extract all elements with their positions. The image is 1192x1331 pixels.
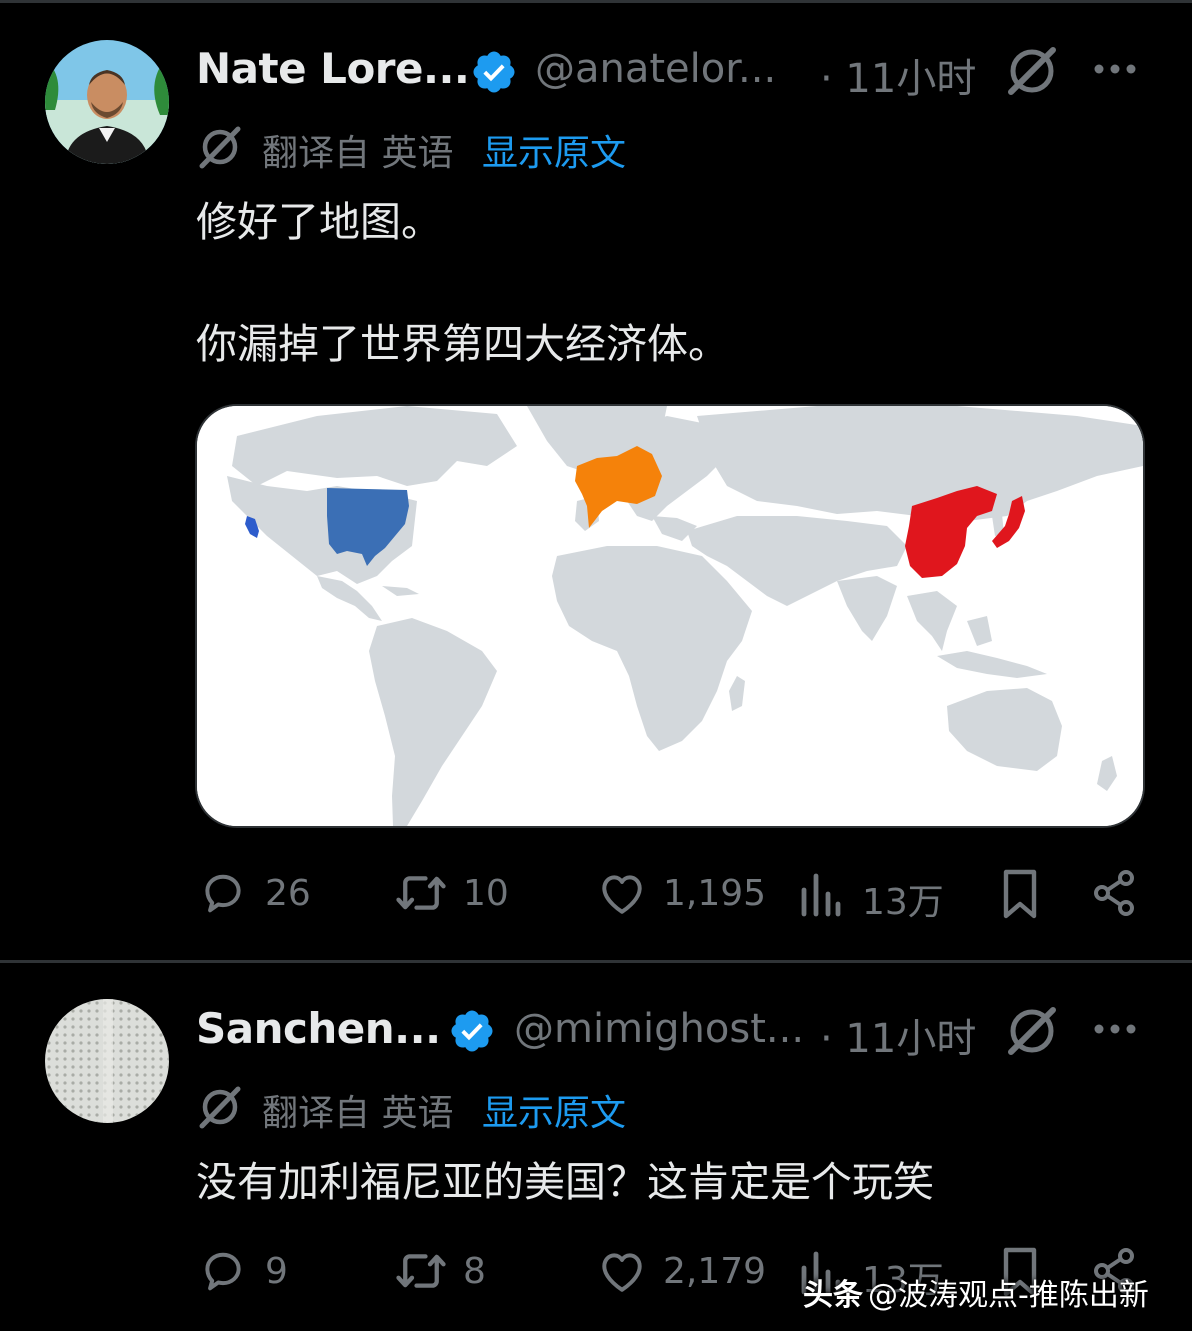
timestamp[interactable]: · 11小时	[820, 1006, 976, 1064]
tweet-image-world-map[interactable]	[195, 404, 1145, 828]
show-original-link[interactable]: 显示原文	[482, 1084, 626, 1136]
translate-icon	[197, 124, 243, 170]
show-original-link[interactable]: 显示原文	[482, 124, 626, 176]
reply-count: 26	[265, 873, 311, 914]
repost-icon[interactable]	[394, 1246, 448, 1296]
verified-badge-icon	[470, 48, 518, 96]
repost-icon[interactable]	[394, 868, 448, 918]
top-border	[0, 0, 1192, 3]
translated-from-label: 翻译自 英语	[262, 133, 454, 174]
tweet-divider	[0, 960, 1192, 963]
watermark-brand: 头条	[803, 1278, 863, 1313]
timestamp[interactable]: · 11小时	[820, 46, 976, 104]
avatar[interactable]	[45, 40, 169, 164]
views-icon[interactable]	[798, 870, 842, 918]
reply-icon[interactable]	[198, 1246, 248, 1296]
repost-count: 10	[463, 873, 509, 914]
grok-icon[interactable]	[1005, 44, 1059, 98]
display-name[interactable]: Sanchen...	[196, 1004, 441, 1053]
repost-count: 8	[463, 1251, 486, 1292]
tweet-text-line: 没有加利福尼亚的美国？这肯定是个玩笑	[196, 1158, 934, 1206]
translate-icon	[197, 1084, 243, 1130]
handle[interactable]: @mimighost...	[514, 1006, 804, 1052]
like-count: 1,195	[663, 873, 767, 914]
like-count: 2,179	[663, 1251, 767, 1292]
tweet-text-line: 你漏掉了世界第四大经济体。	[196, 320, 729, 368]
more-icon[interactable]	[1093, 1022, 1137, 1036]
verified-badge-icon	[448, 1007, 496, 1055]
reply-icon[interactable]	[198, 868, 248, 918]
like-icon[interactable]	[597, 1248, 647, 1294]
display-name[interactable]: Nate Lore...	[196, 44, 470, 93]
more-icon[interactable]	[1093, 62, 1137, 76]
translated-from-label: 翻译自 英语	[262, 1093, 454, 1134]
watermark-text: @波涛观点-推陈出新	[868, 1278, 1149, 1313]
tweet-text-line: 修好了地图。	[196, 198, 442, 246]
bookmark-icon[interactable]	[999, 868, 1041, 920]
view-count: 13万	[862, 882, 944, 923]
reply-count: 9	[265, 1251, 288, 1292]
avatar[interactable]	[45, 999, 169, 1123]
grok-icon[interactable]	[1005, 1004, 1059, 1058]
like-icon[interactable]	[597, 870, 647, 916]
handle[interactable]: @anatelor...	[535, 46, 776, 92]
share-icon[interactable]	[1090, 868, 1138, 918]
